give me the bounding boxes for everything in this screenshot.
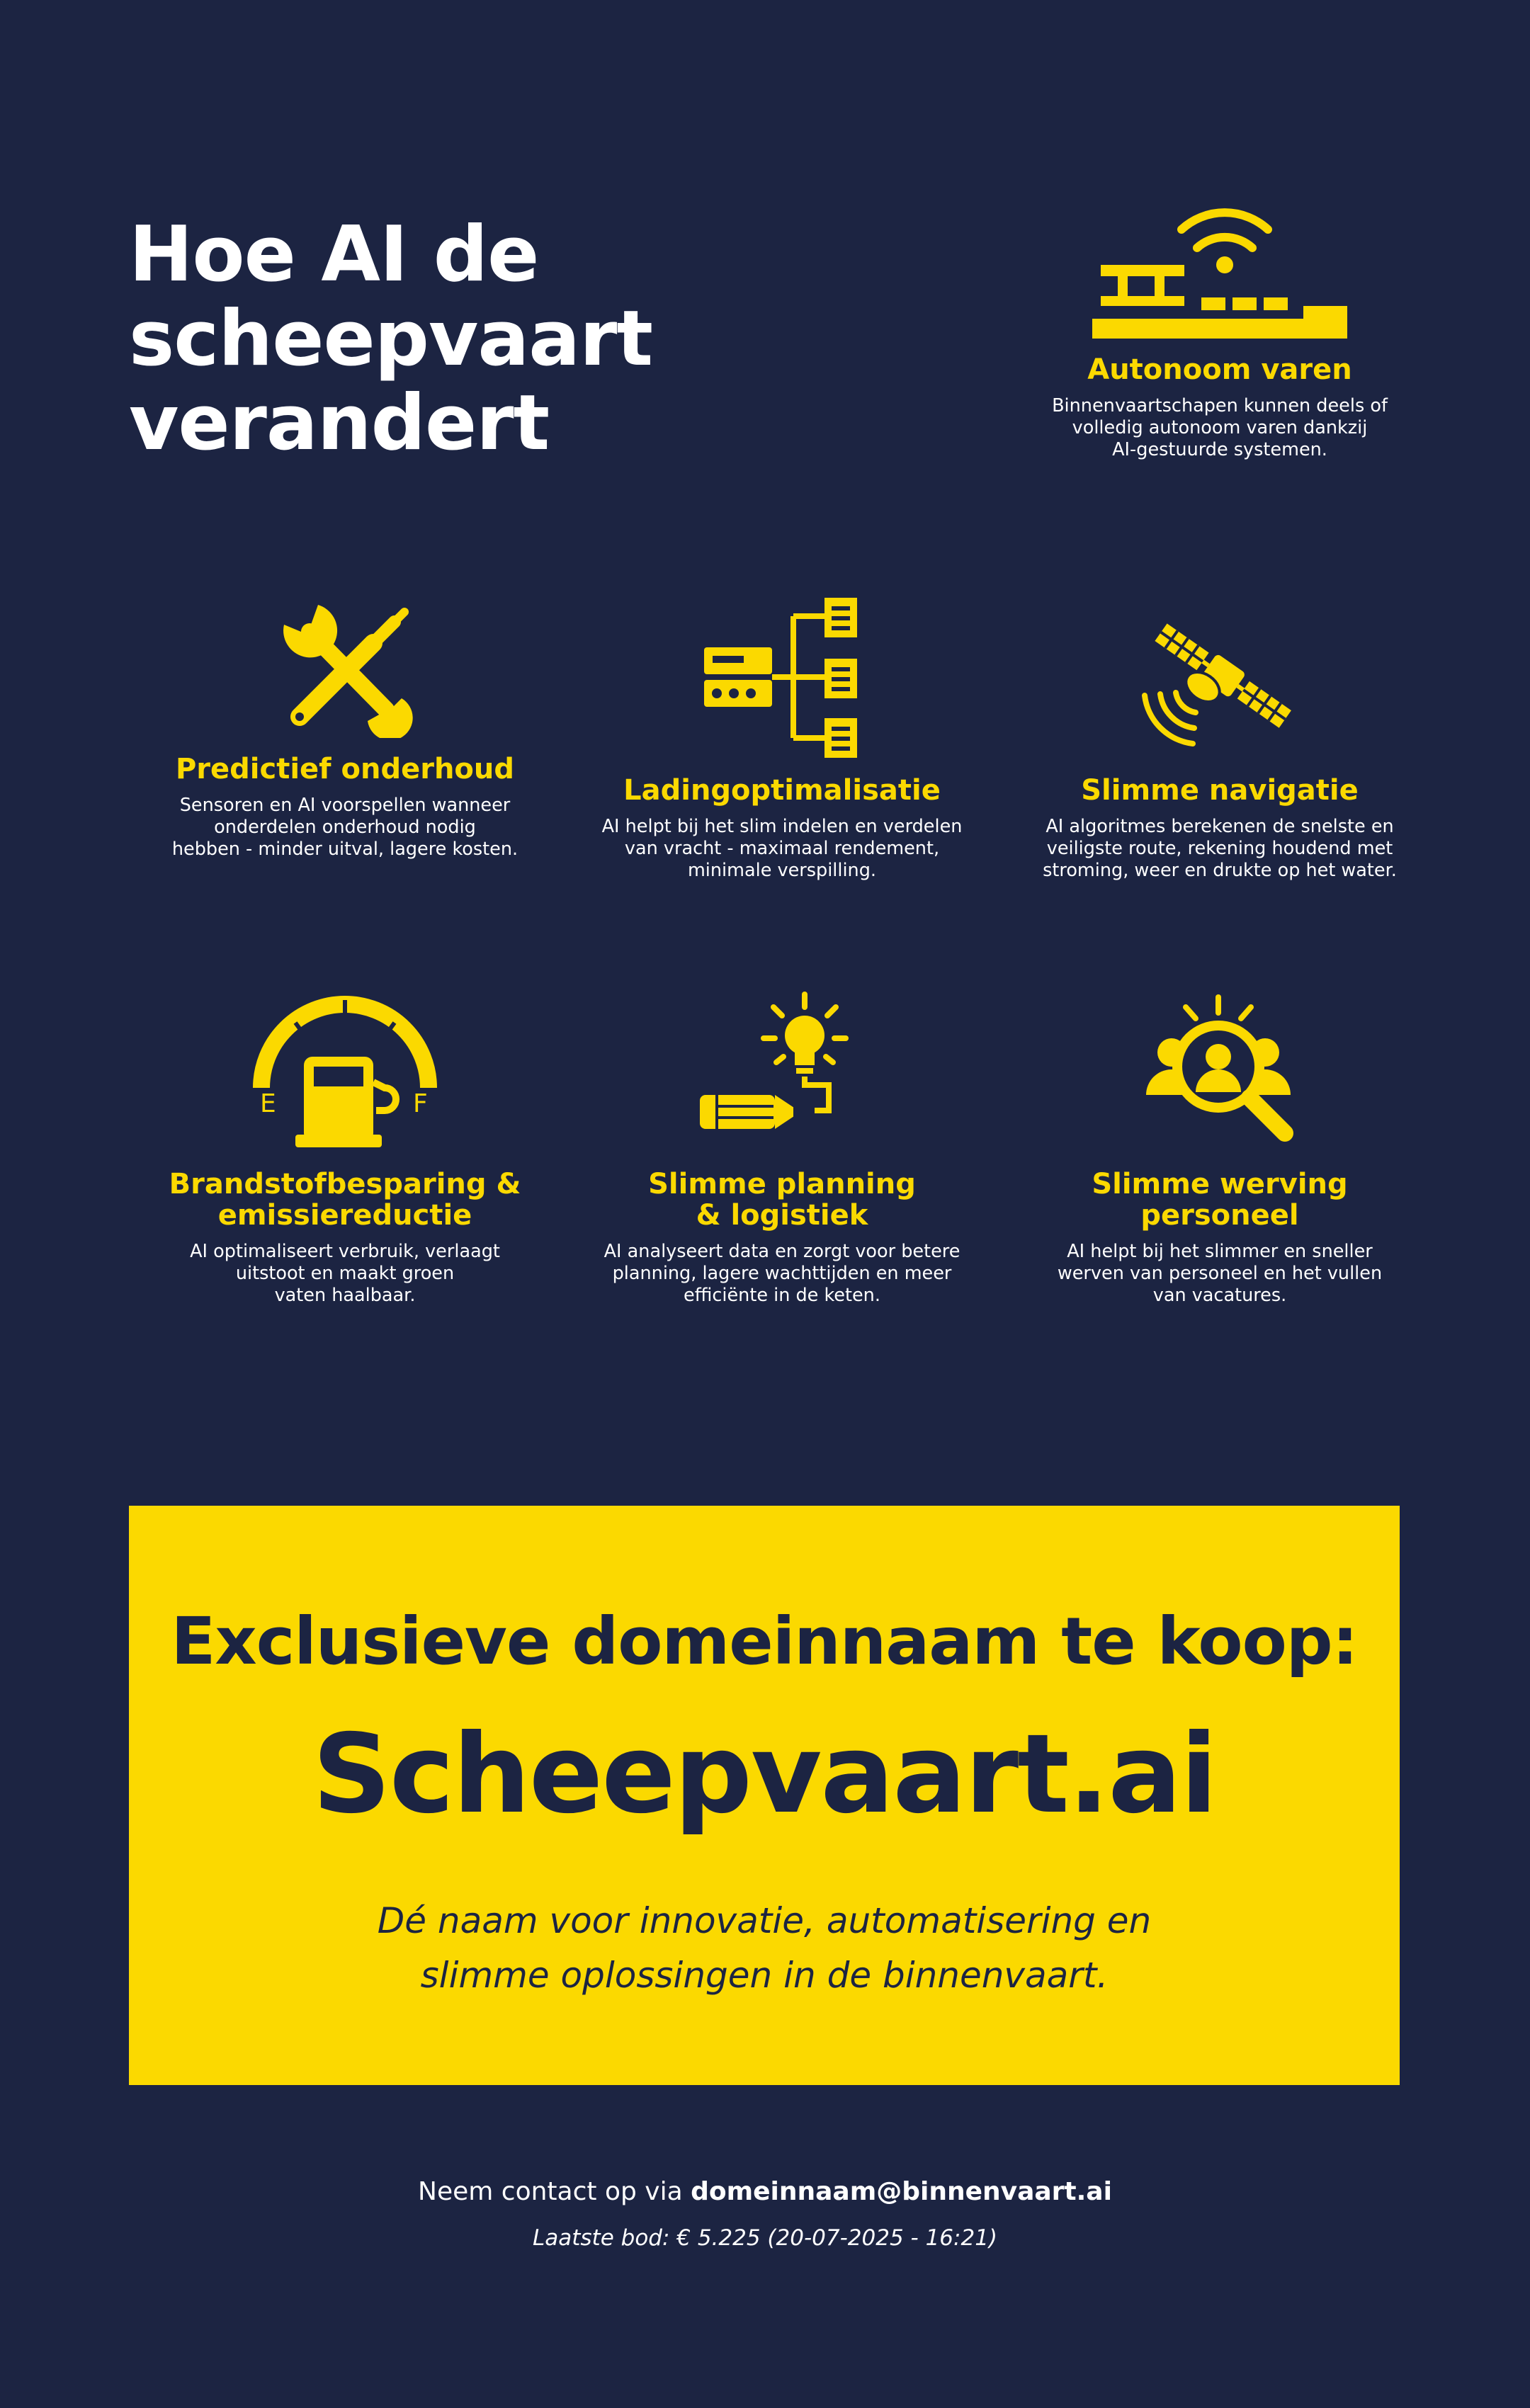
gauge-label-empty: E [260,1089,276,1118]
feature-ladingoptimalisatie: Ladingoptimalisatie AI helpt bij het sli… [598,596,966,882]
feature-title: Slimme werving personeel [1092,1168,1348,1232]
contact-prefix: Neem contact op via [418,2177,691,2206]
gauge-label-full: F [413,1089,428,1118]
contact-email-link[interactable]: domeinnaam@binnenvaart.ai [691,2177,1112,2206]
domain-sale-banner: Exclusieve domeinnaam te koop: Scheepvaa… [129,1506,1400,2085]
latest-bid: Laatste bod: € 5.225 (20-07-2025 - 16:21… [532,2225,998,2251]
ship-wifi-icon [1092,208,1347,339]
feature-description: AI optimaliseert verbruik, verlaagt uits… [190,1241,500,1306]
fuel-gauge-icon: E F [253,996,437,1147]
feature-slimme-navigatie: Slimme navigatie AI algoritmes berekenen… [1036,596,1404,882]
feature-title: Ladingoptimalisatie [623,774,941,807]
recruitment-magnifier-icon [1146,994,1293,1142]
banner-tagline: Dé naam voor innovatie, automatisering e… [377,1900,1152,1996]
feature-slimme-werving: Slimme werving personeel AI helpt bij he… [1036,989,1404,1307]
feature-title: Slimme planning & logistiek [648,1168,916,1232]
pencil-lightbulb-icon [700,992,849,1129]
contact-line: Neem contact op via domeinnaam@binnenvaa… [0,2177,1530,2206]
feature-brandstofbesparing: E F Brandstofbesparing & emissiereductie… [161,989,529,1307]
banner-domain-name: Scheepvaart.ai [312,1711,1218,1838]
banner-heading: Exclusieve domeinnaam te koop: [171,1603,1359,1679]
feature-slimme-planning: Slimme planning & logistiek AI analyseer… [598,989,966,1307]
title-line: scheepvaart [129,295,653,383]
feature-autonoom-varen: Autonoom varen Binnenvaartschapen kunnen… [1036,200,1404,461]
feature-description: AI helpt bij het slimmer en sneller werv… [1057,1241,1383,1306]
feature-title: Slimme navigatie [1081,774,1359,807]
feature-title: Predictief onderhoud [175,753,515,785]
feature-description: Sensoren en AI voorspellen wanneer onder… [171,795,518,860]
feature-predictief-onderhoud: Predictief onderhoud Sensoren en AI voor… [161,596,529,861]
cargo-distribution-icon [704,598,857,758]
satellite-icon [1142,623,1291,746]
page-title: Hoe AI de scheepvaart verandert [129,212,667,465]
wrench-screwdriver-icon [283,605,413,738]
title-line: verandert [129,379,550,467]
title-line: Hoe AI de [129,210,539,299]
feature-description: Binnenvaartschapen kunnen deels of volle… [1052,395,1388,460]
feature-description: AI analyseert data en zorgt voor betere … [604,1241,960,1306]
feature-title: Autonoom varen [1087,353,1352,386]
feature-description: AI algoritmes berekenen de snelste en ve… [1043,816,1397,881]
feature-title: Brandstofbesparing & emissiereductie [169,1168,521,1232]
feature-description: AI helpt bij het slim indelen en verdele… [601,816,963,881]
